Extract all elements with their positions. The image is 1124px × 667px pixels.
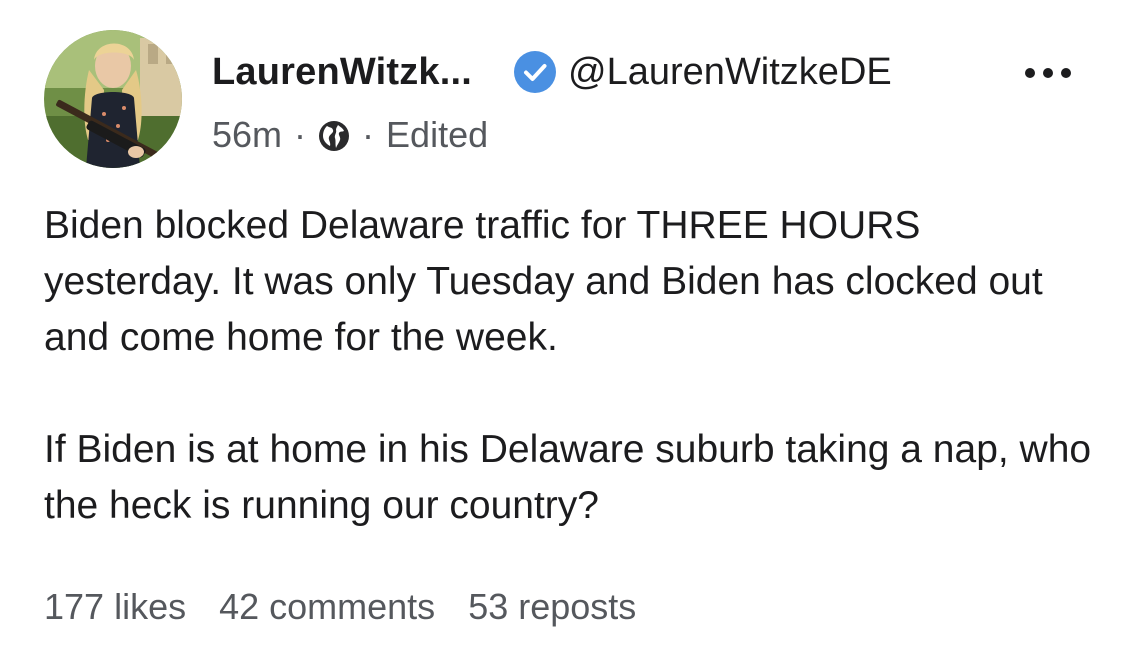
post-paragraph: Biden blocked Delaware traffic for THREE… [44, 204, 1043, 359]
more-dots-icon [1025, 68, 1071, 78]
edited-label[interactable]: Edited [386, 114, 488, 156]
post-timestamp[interactable]: 56m [212, 114, 282, 156]
meta-separator: · [362, 114, 375, 155]
author-display-name[interactable]: LaurenWitzk... [212, 51, 472, 94]
avatar[interactable] [44, 30, 182, 168]
social-post: LaurenWitzk... @LaurenWitzkeDE 56m · · E… [0, 0, 1124, 667]
comments-count[interactable]: 42 comments [219, 586, 435, 628]
engagement-stats: 177 likes 42 comments 53 reposts [44, 586, 669, 628]
author-handle[interactable]: @LaurenWitzkeDE [568, 51, 892, 94]
globe-icon [318, 119, 350, 151]
likes-count[interactable]: 177 likes [44, 586, 186, 628]
post-body: Biden blocked Delaware traffic for THREE… [44, 198, 1094, 534]
author-row: LaurenWitzk... @LaurenWitzkeDE [212, 46, 892, 98]
meta-separator: · [294, 114, 307, 155]
more-options-button[interactable] [1020, 58, 1076, 88]
post-paragraph: If Biden is at home in his Delaware subu… [44, 428, 1092, 527]
post-meta: 56m · · Edited [212, 110, 488, 160]
profile-photo-icon [44, 30, 182, 168]
verified-badge-icon [514, 51, 557, 93]
reposts-count[interactable]: 53 reposts [468, 586, 636, 628]
